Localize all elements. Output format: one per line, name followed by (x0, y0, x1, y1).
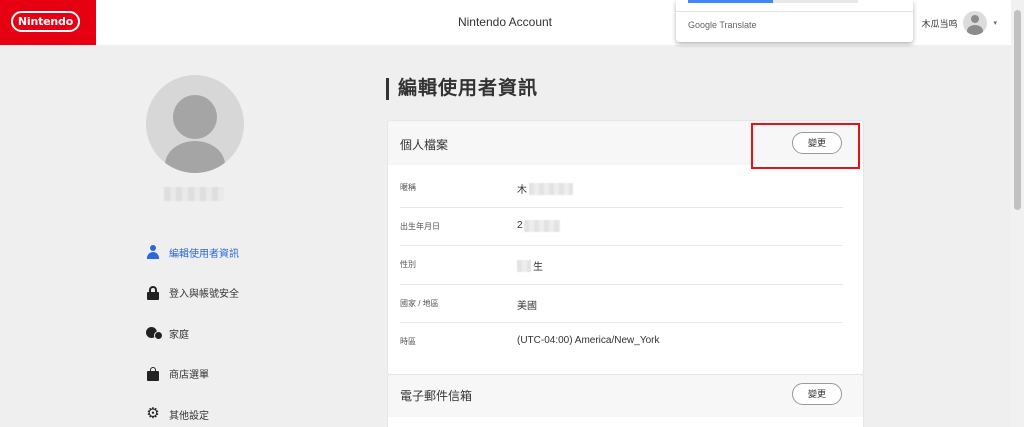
profile-name-blurred (164, 187, 224, 201)
translate-tab[interactable] (773, 0, 858, 3)
profile-avatar (146, 75, 244, 173)
profile-card-title: 個人檔案 (400, 138, 449, 152)
translate-tab-active[interactable] (688, 0, 773, 3)
profile-card-header: 個人檔案 變更 (388, 121, 863, 169)
nintendo-logo-text: Nintendo (11, 11, 80, 32)
avatar[interactable] (963, 11, 988, 35)
table-row: 出生年月日 2 (400, 208, 843, 246)
shopping-bag-icon (146, 366, 160, 381)
gender-label: 性別 (400, 260, 416, 269)
user-name: 木瓜当呜 (921, 18, 958, 29)
timezone-label: 時區 (400, 337, 416, 346)
sidebar-nav: 編輯使用者資訊 登入與帳號安全 家庭 商店選單 ⚙ 其他設定 (146, 232, 306, 427)
sidebar-item-other-settings[interactable]: ⚙ 其他設定 (146, 394, 306, 427)
sidebar-item-label: 編輯使用者資訊 (169, 248, 239, 260)
sidebar-item-family[interactable]: 家庭 (146, 313, 306, 354)
table-row: 性別 生 (400, 246, 843, 285)
person-icon (146, 245, 160, 260)
profile-fields: 暱稱 木 出生年月日 2 性別 生 國家 / 地區 美國 時區 (UTC-04:… (400, 169, 843, 362)
country-value: 美國 (517, 300, 537, 312)
nickname-label: 暱稱 (400, 183, 416, 192)
country-label: 國家 / 地區 (400, 298, 439, 308)
blurred-text (529, 182, 573, 195)
sidebar-item-label: 其他設定 (169, 410, 209, 422)
birthdate-label: 出生年月日 (400, 221, 440, 231)
nickname-value: 木 (517, 181, 573, 196)
email-card-header: 電子郵件信箱 變更 (388, 375, 863, 417)
family-icon (146, 326, 163, 341)
birthdate-text: 2 (517, 220, 523, 231)
sidebar-item-label: 登入與帳號安全 (169, 289, 239, 301)
sidebar-item-label: 商店選單 (169, 370, 209, 382)
table-row: 國家 / 地區 美國 (400, 285, 843, 323)
sidebar-item-login-security[interactable]: 登入與帳號安全 (146, 273, 306, 314)
google-translate-popup: Google Translate (676, 0, 913, 42)
change-email-button[interactable]: 變更 (792, 383, 842, 405)
change-profile-button[interactable]: 變更 (792, 132, 842, 154)
google-label: Google (688, 20, 718, 30)
table-row: 時區 (UTC-04:00) America/New_York (400, 323, 843, 362)
lock-icon (146, 285, 160, 300)
sidebar-item-shop-menu[interactable]: 商店選單 (146, 354, 306, 395)
nickname-text: 木 (517, 185, 527, 196)
header-title: Nintendo Account (457, 15, 553, 29)
email-card: 電子郵件信箱 變更 (387, 374, 864, 427)
divider (676, 11, 913, 12)
timezone-value: (UTC-04:00) America/New_York (517, 335, 660, 346)
translate-label: Translate (719, 20, 757, 30)
gear-icon: ⚙ (146, 405, 160, 423)
table-row: 暱稱 木 (400, 169, 843, 208)
gender-value: 生 (517, 258, 543, 273)
page-title: 編輯使用者資訊 (386, 78, 538, 100)
scrollbar-thumb[interactable] (1014, 10, 1021, 210)
email-card-title: 電子郵件信箱 (400, 389, 473, 403)
user-menu[interactable]: 木瓜当呜 ▾ (921, 11, 997, 35)
gender-text: 生 (533, 262, 543, 273)
blurred-text (523, 219, 560, 232)
birthdate-value: 2 (517, 219, 560, 232)
sidebar-item-label: 家庭 (169, 329, 189, 341)
page-scrollbar[interactable] (1011, 0, 1024, 427)
profile-card: 個人檔案 變更 暱稱 木 出生年月日 2 性別 生 國家 / 地區 美國 時區 … (387, 120, 864, 376)
nintendo-logo[interactable]: Nintendo (0, 0, 96, 45)
sidebar-item-edit-user-info[interactable]: 編輯使用者資訊 (146, 232, 306, 273)
google-translate-label: Google Translate (688, 20, 757, 30)
blurred-text (517, 259, 531, 272)
chevron-down-icon[interactable]: ▾ (993, 19, 997, 27)
